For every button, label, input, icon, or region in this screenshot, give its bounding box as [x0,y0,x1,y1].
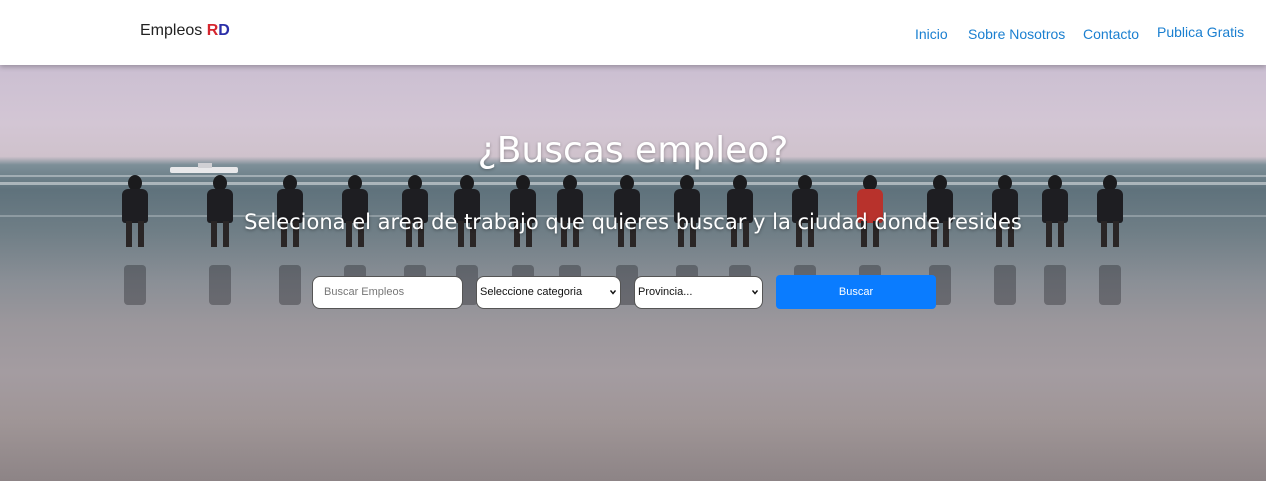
wave-line [0,175,1266,177]
nav-link-inicio[interactable]: Inicio [915,26,948,42]
search-input[interactable]: Buscar Empleos [312,276,463,309]
hero-subtitle: Seleciona el area de trabajo que quieres… [244,210,1022,234]
brand-logo[interactable]: Empleos RD [140,22,230,40]
province-select[interactable]: Provincia... [634,276,763,309]
nav-link-contacto[interactable]: Contacto [1083,26,1139,42]
search-button[interactable]: Buscar [776,275,936,309]
brand-text: Empleos [140,22,207,39]
category-select[interactable]: Seleccione categoria [476,276,621,309]
brand-letter-d: D [218,22,230,39]
category-select-value: Seleccione categoria [480,286,583,298]
province-select-value: Provincia... [638,286,693,298]
nav-link-publica-gratis[interactable]: Publica Gratis [1157,24,1244,40]
chevron-down-icon [752,290,758,295]
hero-title: ¿Buscas empleo? [477,130,789,171]
nav-link-sobre-nosotros[interactable]: Sobre Nosotros [968,26,1065,42]
hero-banner [0,65,1266,481]
chevron-down-icon [610,290,616,295]
navbar: Empleos RD Inicio Sobre Nosotros Contact… [0,0,1266,65]
brand-letter-r: R [206,22,219,39]
